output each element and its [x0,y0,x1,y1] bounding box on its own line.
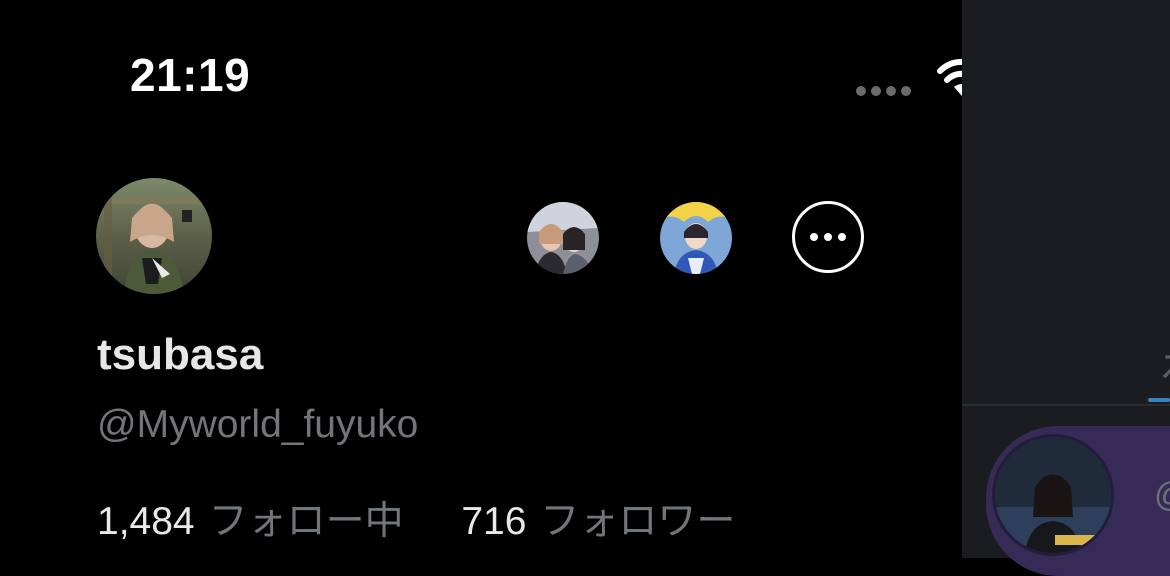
profile-display-name: tsubasa [97,330,264,379]
profile-avatar[interactable] [96,178,212,294]
followers-label: フォロワー [540,500,736,543]
profile-handle: @Myworld_fuyuko [97,403,419,446]
following-link[interactable]: 1,484 フォロー中 [97,500,414,543]
status-time: 21:19 [130,49,251,101]
following-count: 1,484 [97,500,195,543]
account-drawer: 21:19 39 [0,0,1091,558]
other-account-avatar-2[interactable] [660,202,732,274]
tab-indicator [1148,398,1170,402]
peek-text-card: @ [1154,476,1170,515]
peek-text-top: え [1158,330,1170,388]
cellular-dots-icon [856,86,914,98]
card-avatar[interactable] [992,434,1114,556]
background-timeline-peek[interactable]: え @ [962,0,1170,576]
divider [962,404,1170,406]
followers-count: 716 [461,500,527,543]
follow-stats: 1,484 フォロー中 716 フォロワー [97,490,735,546]
following-label: フォロー中 [208,500,404,543]
other-account-avatar-1[interactable] [527,202,599,274]
more-options-icon[interactable] [792,201,864,273]
followers-link[interactable]: 716 フォロワー [461,500,735,543]
